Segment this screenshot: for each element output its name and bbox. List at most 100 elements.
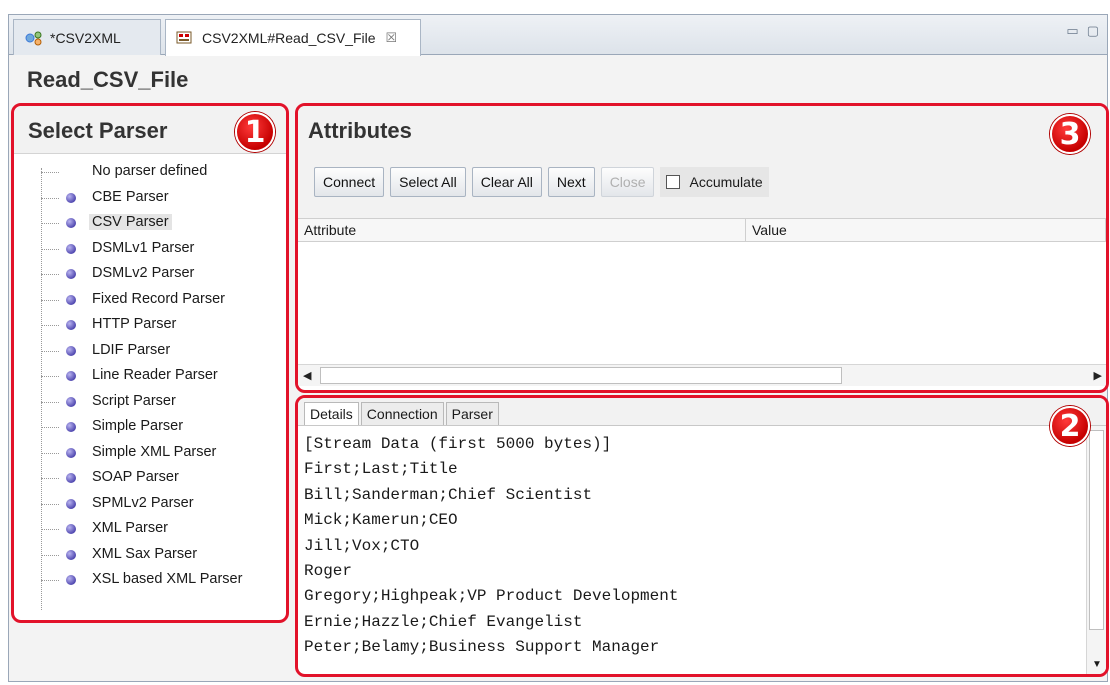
attributes-toolbar: Connect Select All Clear All Next Close … — [314, 167, 769, 197]
connect-button[interactable]: Connect — [314, 167, 385, 197]
tree-connector — [41, 503, 59, 505]
parser-item-label: LDIF Parser — [92, 341, 171, 358]
tree-connector — [41, 274, 59, 275]
accumulate-option[interactable]: Accumulate — [660, 167, 769, 197]
callout-badge-2: 2 — [1050, 406, 1090, 446]
parser-dot-icon — [66, 549, 76, 560]
parser-item[interactable]: XML Parser — [36, 517, 286, 543]
scroll-down-icon[interactable]: ▼ — [1092, 659, 1102, 670]
stream-line: Jill;Vox;CTO — [304, 536, 420, 555]
parser-item[interactable]: SOAP Parser — [36, 466, 286, 492]
tree-connector — [41, 223, 59, 224]
parser-item[interactable]: DSMLv2 Parser — [36, 262, 286, 288]
tab-connection[interactable]: Connection — [360, 402, 444, 425]
parser-item-label: Simple Parser — [92, 418, 184, 434]
parser-item[interactable]: Line Reader Parser — [36, 364, 286, 390]
column-header-value[interactable]: Value — [746, 219, 1106, 241]
scrollbar-thumb[interactable] — [1089, 430, 1104, 630]
stream-line: Mick;Kamerun;CEO — [304, 511, 458, 530]
parser-item[interactable]: DSMLv1 Parser — [36, 237, 286, 263]
parser-dot-icon — [66, 396, 76, 407]
scroll-left-icon[interactable]: ◀ — [303, 369, 311, 382]
tree-connector — [41, 248, 59, 250]
tree-connector — [41, 580, 59, 581]
parser-dot-icon — [66, 243, 76, 254]
select-all-button[interactable]: Select All — [390, 167, 466, 197]
stream-line: Bill;Sanderman;Chief Scientist — [304, 485, 593, 504]
horizontal-scrollbar[interactable]: ◀ ▶ — [298, 364, 1106, 386]
parser-item-label: No parser defined — [92, 163, 208, 179]
stream-line: First;Last;Title — [304, 460, 458, 479]
vertical-scrollbar[interactable]: ▼ — [1086, 426, 1106, 674]
parser-item[interactable]: Fixed Record Parser — [36, 288, 286, 314]
parser-item[interactable]: XML Sax Parser — [36, 543, 286, 569]
parser-item[interactable]: No parser defined — [36, 160, 286, 186]
window-controls: ▭ ▢ — [1066, 23, 1099, 39]
stream-data-text: [Stream Data (first 5000 bytes)] First;La… — [304, 432, 1082, 661]
accumulate-checkbox[interactable] — [666, 175, 681, 189]
parser-item[interactable]: Simple XML Parser — [36, 441, 286, 467]
tab-read-csv-file[interactable]: CSV2XML#Read_CSV_File ☒ — [165, 19, 421, 56]
clear-all-button[interactable]: Clear All — [471, 167, 542, 197]
tab-parser[interactable]: Parser — [445, 402, 499, 425]
parser-dot-icon — [66, 192, 76, 203]
parser-item-label: CSV Parser — [89, 214, 172, 230]
stream-line: [Stream Data (first 5000 bytes)] — [304, 435, 612, 453]
tree-connector — [41, 401, 59, 403]
parser-item-label: Line Reader Parser — [92, 367, 218, 383]
tree-connector — [41, 554, 59, 556]
parser-dot-icon — [66, 575, 76, 585]
parser-item[interactable]: Script Parser — [36, 390, 286, 416]
tree-connector — [41, 376, 59, 377]
editor-window: *CSV2XML CSV2XML#Read_CSV_File ☒ ▭ ▢ Rea… — [8, 14, 1109, 682]
parser-item-label: XSL based XML Parser — [92, 571, 243, 587]
minimize-icon[interactable]: ▭ — [1066, 23, 1078, 39]
tree-connector — [41, 299, 59, 301]
parser-item-label: Script Parser — [92, 392, 176, 409]
parser-item-label: SPMLv2 Parser — [92, 494, 194, 511]
parser-item[interactable]: HTTP Parser — [36, 313, 286, 339]
close-button[interactable]: Close — [600, 167, 655, 197]
tree-connector — [41, 197, 59, 199]
parser-item[interactable]: Simple Parser — [36, 415, 286, 441]
accumulate-label: Accumulate — [689, 174, 763, 190]
parser-item-label: DSMLv2 Parser — [92, 265, 195, 281]
parser-tree: No parser defined CBE Parser CSV Parser DSM… — [14, 154, 286, 610]
parser-dot-icon — [66, 524, 76, 534]
tree-connector — [41, 427, 59, 428]
parser-item-label: DSMLv1 Parser — [92, 239, 195, 256]
tab-details[interactable]: Details — [304, 402, 359, 425]
tree-connector — [41, 325, 59, 326]
parser-item[interactable]: SPMLv2 Parser — [36, 492, 286, 518]
attributes-title: Attributes — [308, 118, 412, 143]
parser-item[interactable]: LDIF Parser — [36, 339, 286, 365]
scrollbar-thumb[interactable] — [320, 367, 842, 384]
maximize-icon[interactable]: ▢ — [1087, 23, 1099, 39]
attributes-panel: Attributes Connect Select All Clear All … — [295, 103, 1109, 393]
parser-item-label: XML Parser — [92, 520, 169, 536]
select-parser-panel: Select Parser No parser defined CBE Parse… — [11, 103, 289, 623]
close-tab-icon[interactable]: ☒ — [386, 30, 398, 46]
attributes-grid-header: Attribute Value — [298, 218, 1106, 242]
attributes-grid-body[interactable] — [298, 242, 1106, 364]
editor-tab-bar: *CSV2XML CSV2XML#Read_CSV_File ☒ ▭ ▢ — [9, 15, 1107, 56]
parser-item-label: Fixed Record Parser — [92, 290, 225, 307]
parser-dot-icon — [66, 218, 76, 228]
next-button[interactable]: Next — [547, 167, 595, 197]
tree-connector — [41, 478, 59, 479]
callout-badge-3: 3 — [1050, 114, 1090, 154]
column-header-attribute[interactable]: Attribute — [298, 219, 746, 241]
tab-csv2xml[interactable]: *CSV2XML — [13, 19, 161, 55]
parser-dot-icon — [66, 320, 76, 330]
parser-dot-icon — [66, 498, 76, 509]
parser-dot-icon — [66, 473, 76, 483]
parser-item-label: SOAP Parser — [92, 469, 179, 485]
parser-item[interactable]: CBE Parser — [36, 186, 286, 212]
parser-item[interactable]: XSL based XML Parser — [36, 568, 286, 594]
editor-title: Read_CSV_File — [27, 67, 189, 92]
scroll-right-icon[interactable]: ▶ — [1094, 369, 1102, 382]
tab-csv2xml-label: *CSV2XML — [50, 29, 121, 46]
parser-item[interactable]: CSV Parser — [36, 211, 286, 237]
parser-dot-icon — [66, 269, 76, 279]
stream-line: Gregory;Highpeak;VP Product Development — [304, 587, 679, 606]
